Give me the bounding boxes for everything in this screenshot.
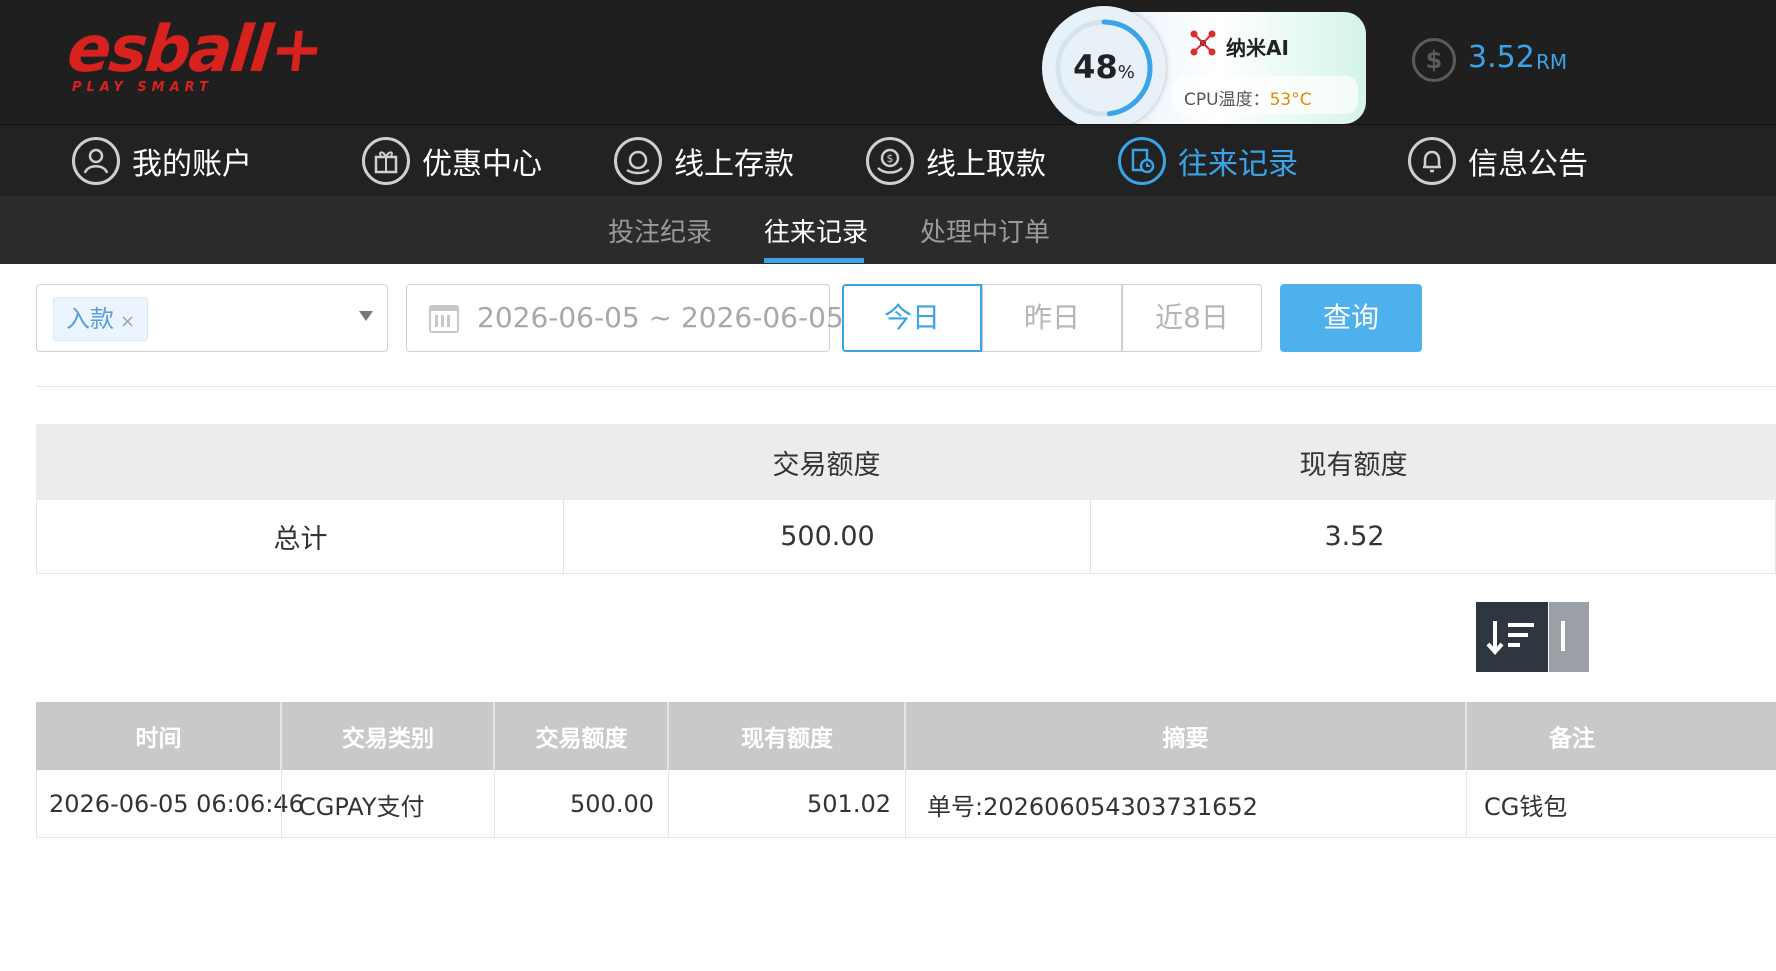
chevron-down-icon [359,311,373,321]
bell-icon [1408,137,1456,185]
top-header: esball+ PLAY SMART 48% 纳米AI CPU温度：53°C $… [0,0,1776,130]
column-divider [494,770,495,838]
nano-ai-icon [1190,30,1216,56]
sort-desc-icon [1486,621,1534,656]
gift-icon [362,137,410,185]
balance-value: 3.52 [1468,40,1535,75]
cell-time: 2026-06-05 06:06:46 [49,790,304,818]
column-divider [668,770,669,838]
date-range-picker[interactable]: 2026-06-05 ~ 2026-06-05 [406,284,844,352]
summary-total-balance: 3.52 [1324,521,1385,552]
nav-label: 线上取款 [926,147,1046,182]
nav-announcements[interactable]: 信息公告 [1408,135,1588,187]
cell-amount: 500.00 [570,790,654,818]
header-amount[interactable]: 交易额度 [495,702,668,770]
cell-balance: 501.02 [807,790,891,818]
type-tag: 入款 × [53,297,149,341]
summary-header-empty [36,424,563,500]
cpu-usage-gauge: 48% [1042,6,1166,130]
tag-close-icon[interactable]: × [120,311,135,332]
summary-header-balance: 现有额度 [1299,449,1408,481]
records-icon [1118,137,1166,185]
calendar-icon [429,305,459,333]
subnav-transactions[interactable]: 往来记录 [764,212,868,249]
cpu-temp-label: CPU温度： [1184,90,1270,110]
summary-header-amount: 交易额度 [772,449,881,481]
user-icon [72,137,120,185]
nav-records[interactable]: 往来记录 [1118,135,1298,187]
divider [36,386,1776,387]
active-tab-indicator [764,258,864,263]
sort-desc-button[interactable] [1476,602,1548,672]
header-type[interactable]: 交易类别 [282,702,494,770]
main-nav: 我的账户 优惠中心 线上存款 $ 线上取款 往来记录 信息公告 [0,124,1776,196]
subnav-bet-history[interactable]: 投注纪录 [608,212,712,249]
nav-withdraw[interactable]: $ 线上取款 [866,135,1046,187]
nav-label: 往来记录 [1178,147,1298,182]
type-tag-label: 入款 [66,305,114,333]
summary-row: 总计 500.00 3.52 [36,500,1776,574]
nav-promotions[interactable]: 优惠中心 [362,135,542,187]
deposit-icon [614,137,662,185]
nav-label: 我的账户 [132,147,252,182]
logo-sub-text: PLAY SMART [72,80,213,95]
table-row[interactable]: 2026-06-05 06:06:46 CGPAY支付 500.00 501.0… [36,770,1776,838]
header-note[interactable]: 备注 [1467,702,1677,770]
today-button[interactable]: 今日 [842,284,982,352]
sub-nav: 投注纪录 往来记录 处理中订单 [0,196,1776,264]
header-time[interactable]: 时间 [36,702,281,770]
query-button[interactable]: 查询 [1280,284,1422,352]
dollar-coin-icon: $ [1412,38,1456,82]
column-divider [1466,770,1467,838]
last-8-days-button[interactable]: 近8日 [1122,284,1262,352]
cpu-temp: CPU温度：53°C [1172,76,1358,114]
nav-label: 优惠中心 [422,147,542,182]
nav-deposit[interactable]: 线上存款 [614,135,794,187]
cpu-temp-value: 53°C [1269,90,1312,110]
ai-title: 纳米AI [1226,36,1289,60]
nav-label: 线上存款 [674,147,794,182]
cpu-usage-percent: 48% [1073,48,1135,86]
nav-label: 信息公告 [1468,147,1588,182]
withdraw-icon: $ [866,137,914,185]
cell-note: CG钱包 [1484,792,1568,821]
records-header: 时间 交易类别 交易额度 现有额度 摘要 备注 [36,702,1776,770]
sort-asc-button[interactable] [1549,602,1589,672]
ai-widget[interactable]: 48% 纳米AI CPU温度：53°C [1042,6,1366,130]
header-balance[interactable]: 现有额度 [669,702,905,770]
subnav-pending-orders[interactable]: 处理中订单 [920,212,1050,249]
summary-header: 交易额度 现有额度 [36,424,1776,500]
transaction-type-select[interactable]: 入款 × [36,284,388,352]
yesterday-button[interactable]: 昨日 [982,284,1122,352]
summary-total-label: 总计 [273,524,328,555]
svg-text:$: $ [887,152,894,165]
balance-unit: RM [1536,50,1568,74]
logo-main-text: esball+ [64,13,326,87]
cell-type: CGPAY支付 [299,792,425,821]
column-divider [281,770,282,838]
cell-summary: 单号:202606054303731652 [927,792,1258,821]
summary-total-amount: 500.00 [780,521,875,552]
esball-logo[interactable]: esball+ PLAY SMART [64,13,326,102]
header-summary[interactable]: 摘要 [906,702,1465,770]
date-range-value: 2026-06-05 ~ 2026-06-05 [477,301,844,334]
nav-my-account[interactable]: 我的账户 [72,135,252,187]
column-divider [905,770,906,838]
sort-asc-icon [1561,621,1565,651]
